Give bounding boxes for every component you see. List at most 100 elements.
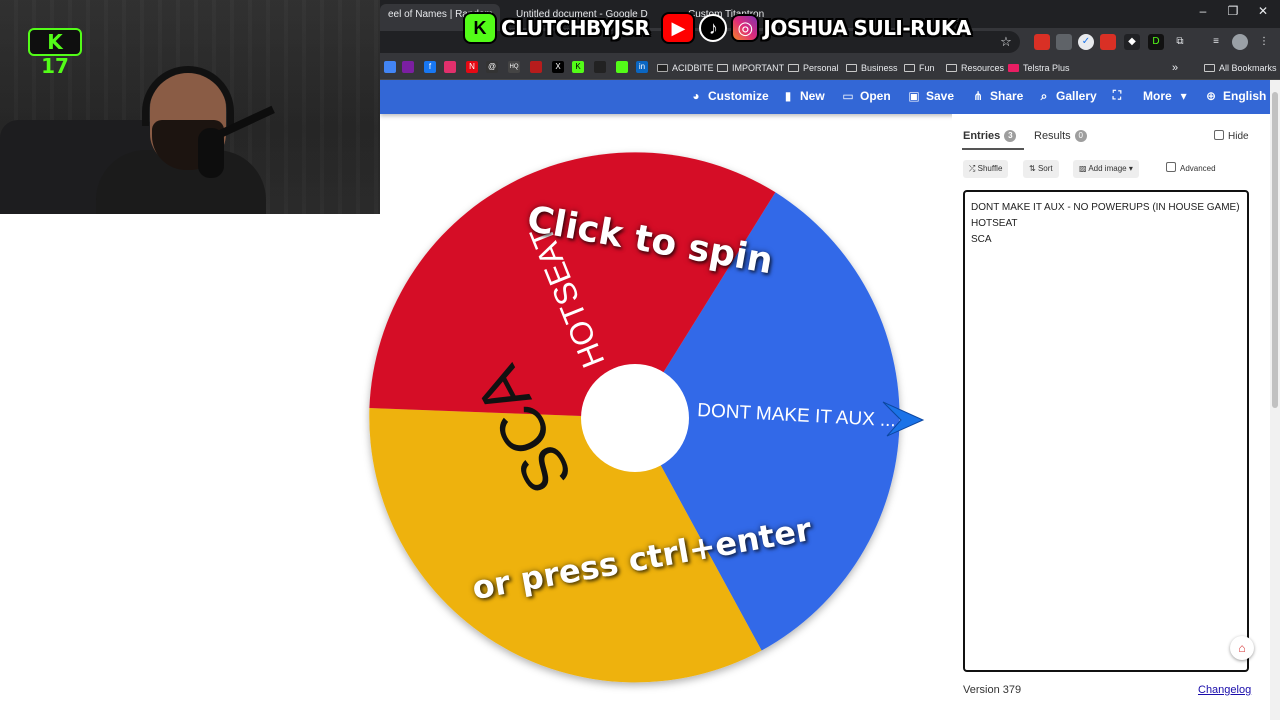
save-icon: ▣	[908, 89, 920, 103]
all-bookmarks[interactable]: All Bookmarks	[1204, 60, 1277, 76]
sort-button[interactable]: ⇅ Sort	[1023, 160, 1059, 178]
globe-icon: ⊕	[1205, 89, 1217, 103]
caret-down-icon: ▾	[1126, 164, 1133, 173]
entries-panel: Entries 3 Results 0 Hide ⤮ Shuffle ⇅ Sort …	[952, 114, 1270, 720]
tab-entries[interactable]: Entries 3	[963, 130, 1017, 142]
open-label: Open	[860, 89, 891, 103]
bookmark-shortcut-icon[interactable]	[402, 61, 414, 73]
search-icon: ⌕	[1040, 89, 1048, 103]
pdf-extension-icon[interactable]: ⌂	[1230, 636, 1254, 660]
share-button[interactable]: ⋔ Share	[972, 89, 1023, 103]
netflix-icon[interactable]: N	[466, 61, 478, 73]
extension-reader-icon[interactable]	[1056, 34, 1072, 50]
extension-d-icon[interactable]: D	[1148, 34, 1164, 50]
entries-textarea[interactable]: DONT MAKE IT AUX - NO POWERUPS (IN HOUSE…	[963, 190, 1249, 672]
folder-icon	[1204, 64, 1215, 72]
extension-pdf-icon[interactable]	[1100, 34, 1116, 50]
more-bookmarks-chevron-icon[interactable]: »	[1172, 60, 1178, 76]
threads-icon[interactable]: @	[486, 61, 498, 73]
language-label: English	[1223, 89, 1267, 103]
entry-line: SCA	[971, 234, 992, 245]
scrollbar-thumb[interactable]	[1272, 92, 1278, 408]
instagram-bookmark-icon[interactable]	[444, 61, 456, 73]
facebook-icon[interactable]: f	[424, 61, 436, 73]
version-text: Version 379	[963, 684, 1022, 696]
bookmark-acidbite[interactable]: ACIDBITE	[657, 60, 714, 76]
changelog-link[interactable]: Changelog	[1198, 684, 1251, 696]
bookmark-label: Business	[861, 63, 898, 73]
bookmark-folder-resources[interactable]: Resources	[946, 60, 1004, 76]
share-icon: ⋔	[972, 89, 984, 103]
restore-button[interactable]: ❐	[1218, 4, 1248, 18]
entry-line: DONT MAKE IT AUX - NO POWERUPS (IN HOUSE…	[971, 202, 1240, 213]
customize-label: Customize	[708, 89, 769, 103]
gallery-label: Gallery	[1056, 89, 1097, 103]
page-scrollbar[interactable]	[1270, 80, 1280, 720]
palette-icon: ◕	[692, 89, 700, 103]
minimize-button[interactable]: –	[1188, 4, 1218, 18]
active-tab-indicator	[962, 148, 1024, 150]
extension-calendar-icon[interactable]	[1034, 34, 1050, 50]
folder-icon	[904, 64, 915, 72]
hide-label: Hide	[1228, 131, 1249, 142]
extension-check-icon[interactable]: ✓	[1078, 34, 1094, 50]
new-file-icon: ▮	[784, 89, 792, 103]
fullscreen-button[interactable]: ⛶	[1111, 89, 1123, 101]
more-label: More	[1143, 89, 1172, 103]
wheel-area[interactable]: DONT MAKE IT AUX ... HOTSEAT SCA Click t…	[360, 140, 940, 700]
save-label: Save	[926, 89, 955, 103]
close-window-button[interactable]: ✕	[1248, 4, 1278, 18]
bookmark-shortcut-icon[interactable]	[384, 61, 396, 73]
add-image-label: Add image	[1088, 164, 1127, 173]
image-icon: ▨	[1079, 164, 1089, 173]
bookmark-folder-business[interactable]: Business	[846, 60, 898, 76]
k17-logo-badge: K 17	[28, 28, 82, 78]
new-button[interactable]: ▮ New	[782, 89, 825, 103]
media-control-icon[interactable]: ≡	[1208, 34, 1224, 50]
bookmark-folder-fun[interactable]: Fun	[904, 60, 935, 76]
customize-button[interactable]: ◕ Customize	[690, 89, 769, 103]
bookmark-folder-personal[interactable]: Personal	[788, 60, 839, 76]
instagram-logo-icon: ◎	[731, 14, 760, 42]
extensions-puzzle-icon[interactable]: ⧉	[1172, 34, 1188, 50]
sort-icon: ⇅	[1029, 164, 1038, 173]
bookmark-shortcut-icon[interactable]	[594, 61, 606, 73]
bookmark-label: Fun	[919, 63, 935, 73]
folder-icon	[717, 64, 728, 72]
shuffle-button[interactable]: ⤮ Shuffle	[963, 160, 1009, 178]
sort-label: Sort	[1037, 164, 1053, 173]
advanced-checkbox[interactable]: Advanced	[1160, 160, 1222, 178]
app-toolbar: ◕ Customize ▮ New ▭ Open ▣ Save ⋔ Share ⌕ Gall…	[380, 80, 1270, 114]
language-button[interactable]: ⊕ English	[1205, 89, 1266, 103]
bookmark-folder-important[interactable]: IMPORTANT	[717, 60, 784, 76]
kick-logo-icon: K	[463, 12, 497, 44]
telstra-icon	[1008, 64, 1019, 72]
x-icon[interactable]: X	[552, 61, 564, 73]
save-button[interactable]: ▣ Save	[908, 89, 954, 103]
hq-icon[interactable]: HQ	[508, 61, 520, 73]
share-label: Share	[990, 89, 1024, 103]
add-image-button[interactable]: ▨ Add image ▾	[1073, 160, 1139, 178]
kick-bookmark-icon[interactable]	[616, 61, 628, 73]
bookmarks-bar: f N @ HQ X K in ACIDBITE IMPORTANT Perso…	[380, 56, 1280, 80]
acidbite-icon	[657, 64, 668, 72]
kick-bookmark-icon[interactable]: K	[572, 61, 584, 73]
shuffle-icon: ⤮	[969, 164, 978, 173]
gallery-button[interactable]: ⌕ Gallery	[1038, 89, 1097, 103]
youtube-logo-icon: ▶	[661, 12, 696, 44]
browser-menu-icon[interactable]: ⋮	[1256, 34, 1272, 50]
profile-avatar-icon[interactable]	[1232, 34, 1248, 50]
fullscreen-icon: ⛶	[1112, 88, 1122, 102]
bookmark-shortcut-icon[interactable]	[530, 61, 542, 73]
bookmark-telstra-plus[interactable]: Telstra Plus	[1008, 60, 1070, 76]
hide-checkbox[interactable]: Hide	[1214, 130, 1249, 142]
more-menu-button[interactable]: More ▾	[1143, 89, 1190, 103]
bookmark-star-icon[interactable]: ☆	[998, 34, 1014, 50]
entries-tab-label: Entries	[963, 130, 1001, 142]
tab-results[interactable]: Results 0	[1034, 130, 1087, 142]
open-button[interactable]: ▭ Open	[842, 89, 891, 103]
all-bookmarks-label: All Bookmarks	[1219, 63, 1277, 73]
extension-diamond-icon[interactable]: ◆	[1124, 34, 1140, 50]
linkedin-icon[interactable]: in	[636, 61, 648, 73]
advanced-label: Advanced	[1180, 164, 1216, 173]
